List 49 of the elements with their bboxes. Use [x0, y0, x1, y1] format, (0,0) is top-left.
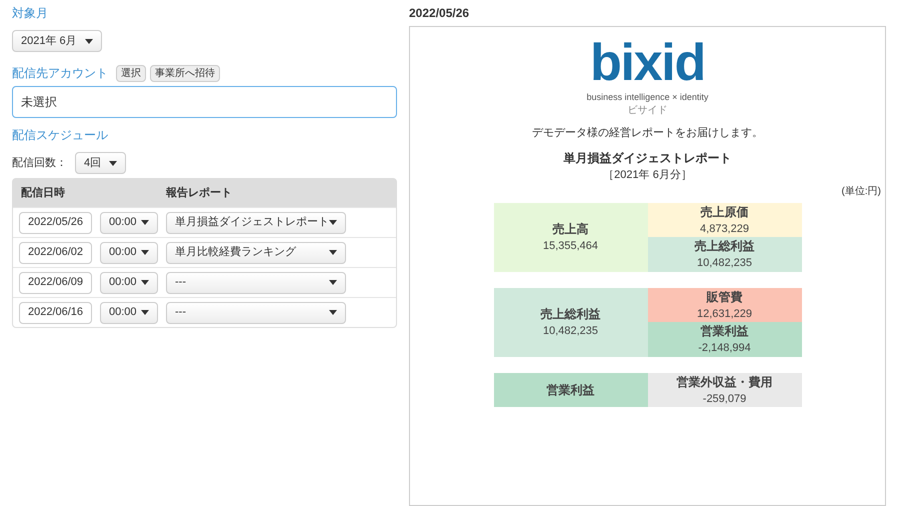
- logo-reading: ビサイド: [628, 104, 668, 116]
- report-cell: 営業利益: [494, 372, 648, 407]
- column-header: 報告レポート: [166, 186, 232, 201]
- count-dropdown[interactable]: 4回: [75, 152, 126, 174]
- report-period: ［2021年 6月分］: [603, 168, 692, 183]
- date-field[interactable]: 2022/06/16: [19, 302, 92, 324]
- report-cell: 売上総利益 10,482,235: [648, 237, 802, 272]
- caret-icon: [329, 220, 337, 225]
- report-cell: 売上原価 4,873,229: [648, 202, 802, 237]
- caret-icon: [141, 280, 149, 285]
- unit-label: (単位:円): [842, 184, 881, 198]
- report-cell: 売上総利益 10,482,235: [494, 288, 648, 356]
- time-dropdown[interactable]: 00:00: [100, 242, 158, 264]
- caret-icon: [141, 220, 149, 225]
- report-title: 単月損益ダイジェストレポート: [564, 150, 732, 167]
- caret-icon: [109, 160, 118, 166]
- greeting-text: デモデータ様の経営レポートをお届けします。: [532, 126, 763, 140]
- date-field[interactable]: 2022/06/09: [19, 272, 92, 294]
- section-label: 配信スケジュール: [12, 127, 109, 144]
- report-dropdown[interactable]: 単月損益ダイジェストレポート: [166, 212, 346, 234]
- count-label: 配信回数：: [12, 156, 67, 171]
- date-field[interactable]: 2022/05/26: [19, 212, 92, 234]
- column-header: 配信日時: [20, 186, 66, 201]
- date-field[interactable]: 2022/06/02: [19, 242, 92, 264]
- caret-icon: [329, 310, 337, 315]
- preview-date: 2022/05/26: [409, 5, 470, 22]
- report-cell: 営業外収益・費用 -259,079: [648, 372, 802, 407]
- report-cell: 売上高 15,355,464: [494, 202, 648, 272]
- caret-icon: [141, 250, 149, 255]
- small-button[interactable]: 選択: [116, 64, 146, 82]
- logo-tagline: business intelligence × identity: [586, 91, 708, 104]
- report-dropdown[interactable]: ---: [166, 272, 346, 294]
- caret-icon: [141, 310, 149, 315]
- report-cell: 営業利益 -2,148,994: [648, 322, 802, 356]
- caret-icon: [329, 250, 337, 255]
- time-dropdown[interactable]: 00:00: [100, 272, 158, 294]
- section-label: 配信先アカウント: [12, 65, 108, 82]
- caret-icon: [329, 280, 337, 285]
- report-dropdown[interactable]: 単月比較経費ランキング: [166, 242, 346, 264]
- section-label: 対象月: [12, 5, 49, 22]
- month-dropdown[interactable]: 2021年 6月: [12, 30, 102, 52]
- time-dropdown[interactable]: 00:00: [100, 212, 158, 234]
- time-dropdown[interactable]: 00:00: [100, 302, 158, 324]
- caret-icon: [84, 38, 93, 44]
- small-button[interactable]: 事業所へ招待: [150, 64, 220, 82]
- account-field[interactable]: 未選択: [12, 86, 397, 118]
- report-dropdown[interactable]: ---: [166, 302, 346, 324]
- report-cell: 販管費 12,631,229: [648, 288, 802, 322]
- logo: bixid: [590, 39, 705, 87]
